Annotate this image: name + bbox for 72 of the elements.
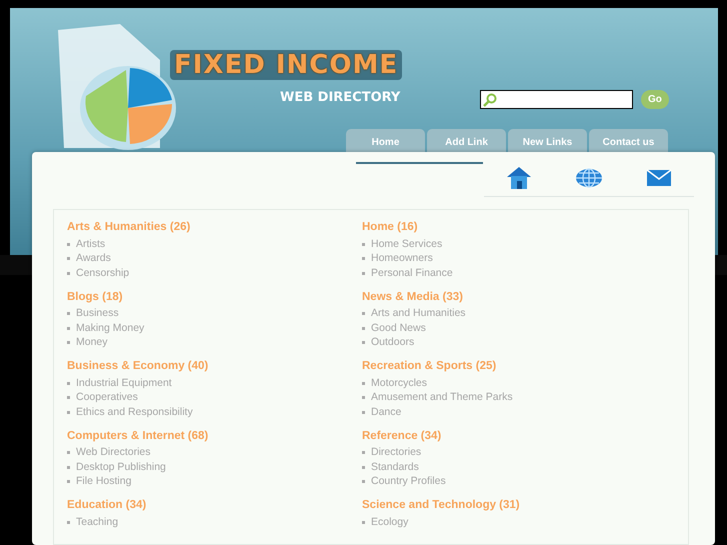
subcategory-link[interactable]: Censorship (76, 266, 130, 280)
bullet-icon (67, 396, 70, 400)
subcategory-link[interactable]: Teaching (76, 516, 118, 529)
subcategory-link[interactable]: Ethics and Responsibility (76, 406, 193, 419)
bullet-icon (362, 242, 365, 246)
go-button[interactable]: Go (641, 90, 669, 109)
nav-tab[interactable]: Add Link (427, 129, 506, 152)
site-logo-title: FIXED INCOME (170, 50, 402, 80)
category-link[interactable]: Blogs (18) (67, 290, 362, 304)
category-link[interactable]: News & Media (33) (362, 290, 657, 304)
subcategory-link[interactable]: Standards (371, 460, 419, 474)
bullet-icon (362, 520, 365, 524)
subcategory-link[interactable]: Artists (76, 238, 106, 251)
subcategory-link[interactable]: Directories (371, 446, 422, 460)
category-link[interactable]: Arts & Humanities (26) (67, 220, 362, 234)
bullet-icon (67, 466, 70, 469)
subcategory-link[interactable]: Business (76, 307, 119, 320)
bullet-icon (67, 272, 70, 275)
nav-tab[interactable]: New Links (508, 129, 587, 152)
subcategory-link[interactable]: Amusement and Theme Parks (371, 391, 513, 404)
category-link[interactable]: Home (16) (362, 220, 657, 234)
subcategory-link[interactable]: Personal Finance (371, 266, 453, 280)
subcategory-link[interactable]: Arts and Humanities (371, 307, 466, 320)
bullet-icon (67, 341, 70, 344)
bullet-icon (362, 312, 365, 316)
subcategory-link[interactable]: Industrial Equipment (76, 376, 172, 390)
bullet-icon (67, 242, 70, 246)
bullet-icon (362, 451, 365, 454)
bullet-icon (362, 466, 365, 469)
subcategory-link[interactable]: Money (76, 336, 108, 350)
bullet-icon (362, 480, 365, 484)
subcategory-link[interactable]: Country Profiles (371, 475, 446, 488)
search-icon (483, 92, 497, 106)
bullet-icon (362, 396, 365, 400)
nav-tab[interactable]: Contact us (589, 129, 668, 152)
search-field[interactable] (480, 90, 633, 109)
site-logo-subtitle: WEB DIRECTORY (280, 89, 402, 107)
category-link[interactable]: Recreation & Sports (25) (362, 359, 657, 373)
bullet-icon (362, 341, 365, 344)
house-icon[interactable] (505, 164, 533, 192)
subcategory-link[interactable]: Home Services (371, 238, 442, 251)
bullet-icon (362, 272, 365, 275)
subcategory-link[interactable]: Cooperatives (76, 391, 138, 404)
subcategory-link[interactable]: Good News (371, 322, 426, 335)
category-link[interactable]: Science and Technology (31) (362, 498, 657, 512)
bullet-icon (362, 410, 365, 414)
subcategory-link[interactable]: Desktop Publishing (76, 460, 166, 474)
subcategory-link[interactable]: Awards (76, 252, 111, 266)
bullet-icon (67, 326, 70, 330)
subcategory-link[interactable]: Making Money (76, 322, 144, 335)
bullet-icon (362, 257, 365, 260)
subcategory-link[interactable]: Ecology (371, 516, 408, 529)
bullet-icon (67, 382, 70, 385)
bullet-icon (67, 410, 70, 414)
subcategory-link[interactable]: Dance (371, 406, 402, 419)
subcategory-link[interactable]: Motorcycles (371, 376, 428, 390)
bullet-icon (362, 326, 365, 330)
category-link[interactable]: Business & Economy (40) (67, 359, 362, 373)
nav-tab[interactable]: Home (346, 129, 425, 152)
subcategory-link[interactable]: Homeowners (371, 252, 433, 266)
category-link[interactable]: Education (34) (67, 498, 362, 512)
subcategory-link[interactable]: Outdoors (371, 336, 414, 350)
subcategory-link[interactable]: Web Directories (76, 446, 150, 460)
bullet-icon (67, 312, 70, 316)
bullet-icon (67, 480, 70, 484)
bullet-icon (67, 257, 70, 260)
bullet-icon (362, 382, 365, 385)
category-link[interactable]: Computers & Internet (68) (67, 428, 362, 442)
bullet-icon (67, 451, 70, 454)
category-link[interactable]: Reference (34) (362, 428, 657, 442)
bullet-icon (67, 520, 70, 524)
subcategory-link[interactable]: File Hosting (76, 475, 132, 488)
